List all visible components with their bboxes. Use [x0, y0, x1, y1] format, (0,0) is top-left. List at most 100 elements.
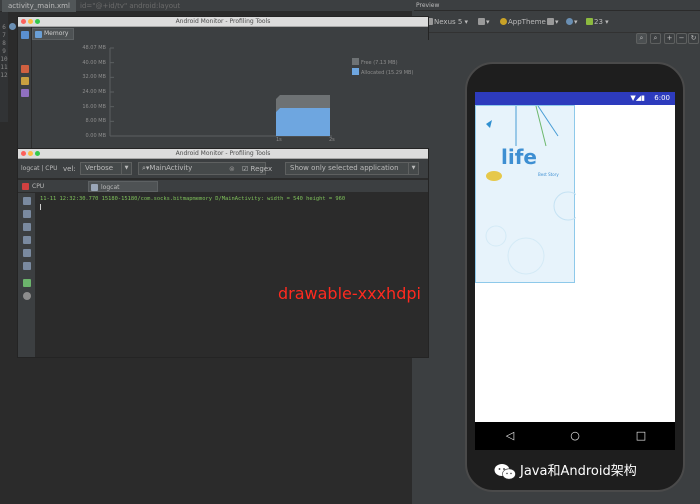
print-icon[interactable] — [23, 262, 31, 270]
editor-tabbar: activity_main.xml id="@+id/tv" android:l… — [0, 0, 412, 12]
close-icon[interactable] — [21, 151, 26, 156]
logcat-icon — [91, 184, 98, 191]
wechat-icon — [494, 464, 516, 480]
minimize-icon[interactable] — [28, 19, 33, 24]
legend-allocated: Allocated (15.29 MB) — [352, 68, 413, 77]
life-sub-text: Best Story — [538, 172, 559, 177]
phone-screen: ▼◢▮ 6:00 life Best Story — [475, 92, 675, 422]
chevron-down-icon: ▼ — [121, 163, 131, 174]
legend-swatch-allocated — [352, 68, 359, 75]
refresh-icon: ↻ — [690, 34, 697, 42]
editor-tab-activity-main[interactable]: activity_main.xml — [2, 0, 76, 12]
zoom-toolbar: ⌕ ⌕ + − ↻ — [414, 33, 700, 47]
log-level-select[interactable]: Verbose ▼ — [80, 162, 132, 175]
logcat-window: Android Monitor - Profiling Tools logcat… — [17, 148, 429, 358]
zoom-out-button[interactable]: − — [676, 33, 687, 44]
api-level-selector[interactable]: 23 ▾ — [586, 17, 609, 27]
maximize-icon[interactable] — [35, 151, 40, 156]
text-cursor — [40, 204, 41, 210]
maximize-icon[interactable] — [35, 19, 40, 24]
back-icon[interactable]: ◁ — [502, 428, 518, 444]
preview-title: Preview — [414, 0, 700, 11]
tab-logcat-label: logcat — [101, 184, 120, 191]
logcat-cpu-label: logcat | CPU — [21, 165, 58, 172]
log-output[interactable]: 11-11 12:32:30.770 15180-15180/com.socks… — [37, 193, 427, 357]
home-icon[interactable]: ○ — [567, 428, 583, 444]
tab-cpu-label: CPU — [32, 183, 45, 190]
pause-icon[interactable] — [21, 31, 29, 39]
zoom-to-fit-icon: ⌕ — [639, 34, 644, 42]
allocation-tracker-icon[interactable] — [21, 89, 29, 97]
android-icon — [586, 18, 593, 25]
regex-checkbox[interactable]: ☑ Regex — [242, 164, 272, 174]
line-number: 10 — [0, 56, 8, 63]
orientation-icon — [478, 18, 485, 25]
logcat-toolbar: logcat | CPU vel: Verbose ▼ ⌕▾MainActivi… — [18, 159, 428, 179]
memory-window-titlebar[interactable]: Android Monitor - Profiling Tools — [18, 17, 428, 27]
filter-select[interactable]: Show only selected application ▼ — [285, 162, 419, 175]
tab-memory-label: Memory — [44, 30, 69, 37]
zoom-actual-button[interactable]: ⌕ — [650, 33, 661, 44]
log-search-value: ⌕▾MainActivity — [142, 164, 193, 172]
arrow-down-icon[interactable] — [23, 236, 31, 244]
line-number: 8 — [2, 40, 6, 47]
clear-search-icon[interactable]: ⊗ — [229, 164, 235, 174]
filter-value: Show only selected application — [290, 164, 399, 172]
logcat-window-titlebar[interactable]: Android Monitor - Profiling Tools — [18, 149, 428, 159]
y-tick-label: 16.00 MB — [82, 103, 106, 110]
cpu-icon — [22, 183, 29, 190]
orientation-button[interactable]: ▾ — [478, 17, 490, 27]
wrap-icon[interactable] — [23, 249, 31, 257]
theme-icon — [500, 18, 507, 25]
recents-icon[interactable]: □ — [633, 428, 649, 444]
life-illustration: life Best Story — [485, 105, 583, 275]
life-logo-text: life — [501, 145, 537, 169]
checkbox-icon: ☑ — [242, 165, 249, 173]
device-label: Nexus 5 — [434, 18, 463, 26]
memory-chart: 48.07 MB 40.00 MB 32.00 MB 24.00 MB 16.00 MB… — [32, 40, 430, 153]
log-level-value: Verbose — [85, 164, 114, 172]
close-icon[interactable] — [21, 19, 26, 24]
api-level-label: 23 — [594, 18, 603, 26]
life-image: life Best Story — [475, 105, 583, 283]
screenshot-icon[interactable] — [23, 210, 31, 218]
locale-selector[interactable]: ▾ — [566, 17, 578, 27]
device-selector[interactable]: Nexus 5 ▾ — [426, 17, 468, 27]
memory-sidebar — [18, 27, 32, 153]
chevron-down-icon: ▼ — [408, 163, 418, 174]
breakpoint-icon[interactable] — [9, 23, 16, 30]
x-tick-label: 1s — [276, 137, 282, 143]
gear-icon[interactable] — [23, 292, 31, 300]
gc-icon[interactable] — [21, 65, 29, 73]
line-number-gutter: 6 7 8 9 10 11 12 — [0, 12, 8, 122]
status-time: 6:00 — [654, 94, 670, 102]
tab-logcat[interactable]: logcat — [88, 181, 158, 192]
trash-icon[interactable] — [23, 197, 31, 205]
y-tick-label: 0.00 MB — [85, 133, 106, 139]
theme-selector[interactable]: AppTheme — [500, 17, 546, 27]
minimize-icon[interactable] — [28, 151, 33, 156]
phone-nav-bar: ◁ ○ □ — [475, 422, 675, 450]
legend-free: Free (7.13 MB) — [352, 58, 398, 67]
logcat-window-title: Android Monitor - Profiling Tools — [175, 150, 271, 157]
y-tick-label: 32.00 MB — [82, 74, 106, 81]
memory-monitor-window: Android Monitor - Profiling Tools Memory… — [17, 16, 430, 153]
tab-cpu[interactable]: CPU — [20, 181, 88, 192]
restart-icon[interactable] — [23, 279, 31, 287]
line-number: 7 — [2, 32, 6, 39]
line-number: 6 — [2, 24, 6, 31]
legend-free-label: Free (7.13 MB) — [361, 60, 398, 66]
status-bar: ▼◢▮ 6:00 — [475, 92, 675, 105]
zoom-out-icon: − — [678, 34, 685, 42]
zoom-to-fit-button[interactable]: ⌕ — [636, 33, 647, 44]
drawable-folder-annotation: drawable-xxxhdpi — [278, 284, 421, 303]
logcat-sidebar — [18, 193, 36, 357]
y-tick-label: 48.07 MB — [82, 45, 106, 51]
zoom-in-button[interactable]: + — [664, 33, 675, 44]
y-tick-label: 8.00 MB — [85, 118, 106, 125]
tab-memory[interactable]: Memory — [32, 28, 74, 40]
refresh-button[interactable]: ↻ — [688, 33, 699, 44]
dump-heap-icon[interactable] — [21, 77, 29, 85]
activity-selector[interactable]: ▾ — [547, 17, 559, 27]
arrow-up-icon[interactable] — [23, 223, 31, 231]
